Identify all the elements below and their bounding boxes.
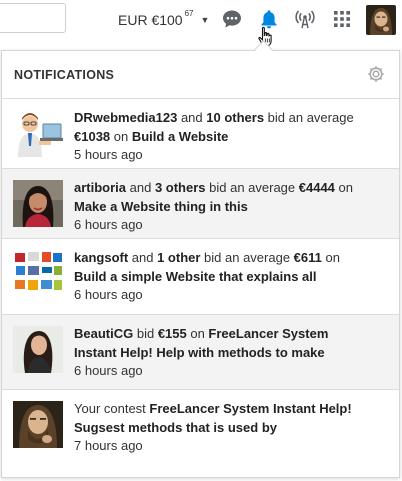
notification-text: kangsoft and 1 other bid an average €611…: [74, 249, 374, 305]
text-fragment: on: [334, 180, 353, 195]
text-fragment: bid an average: [200, 250, 294, 265]
currency-superscript: 67: [184, 9, 194, 18]
text-fragment: on: [186, 326, 209, 341]
bidder-name: DRwebmedia123: [74, 110, 178, 125]
notifications-title: NOTIFICATIONS: [14, 68, 115, 82]
others-count: 3 others: [154, 180, 206, 195]
notification-time: 5 hours ago: [74, 147, 143, 162]
user-avatar[interactable]: [366, 5, 396, 35]
notification-item[interactable]: kangsoft and 1 other bid an average €611…: [2, 239, 399, 315]
bid-amount: €611: [293, 250, 322, 265]
notification-time: 6 hours ago: [74, 287, 143, 302]
chat-icon[interactable]: [221, 8, 243, 30]
notification-item[interactable]: artiboria and 3 others bid an average €4…: [2, 169, 399, 239]
notification-item[interactable]: DRwebmedia123 and 10 others bid an avera…: [2, 99, 399, 169]
notification-text: Your contest FreeLancer System Instant H…: [74, 400, 374, 456]
notification-time: 6 hours ago: [74, 363, 143, 378]
notification-text: artiboria and 3 others bid an average €4…: [74, 179, 374, 235]
bid-amount: €4444: [298, 180, 335, 195]
text-fragment: on: [110, 128, 132, 144]
search-input[interactable]: [0, 3, 66, 33]
bidder-name: artiboria: [74, 180, 127, 195]
project-name: Build a Website: [131, 128, 229, 144]
notification-time: 7 hours ago: [74, 438, 143, 453]
caret-down-icon: ▼: [200, 15, 210, 25]
notification-text: DRwebmedia123 and 10 others bid an avera…: [74, 109, 374, 165]
notifications-dropdown: NOTIFICATIONS DRwebmedia123 and 10 other…: [1, 50, 400, 478]
notification-avatar: [13, 401, 63, 448]
project-name: Build a simple Website that explains all: [74, 268, 317, 284]
broadcast-signal-icon[interactable]: [294, 8, 316, 30]
bid-amount: €1038: [74, 128, 111, 144]
bid-amount: €155: [157, 326, 187, 341]
bidder-name: BeautiCG: [74, 326, 134, 341]
text-fragment: bid: [133, 326, 158, 341]
settings-gear-icon[interactable]: [366, 64, 386, 84]
text-fragment: bid an average: [205, 180, 299, 195]
text-fragment: and: [126, 180, 155, 195]
currency-balance-dropdown[interactable]: EUR €100 67 ▼: [118, 9, 210, 28]
text-fragment: bid an average: [264, 110, 354, 125]
notification-item[interactable]: BeautiCG bid €155 on FreeLancer System I…: [2, 315, 399, 390]
notification-avatar: [13, 110, 63, 157]
notification-text: BeautiCG bid €155 on FreeLancer System I…: [74, 325, 374, 381]
others-count: 1 other: [157, 250, 201, 265]
others-count: 10 others: [206, 110, 265, 125]
top-bar: EUR €100 67 ▼: [0, 0, 402, 40]
text-fragment: and: [177, 110, 207, 125]
text-fragment: Your contest: [74, 401, 150, 416]
notification-avatar: [13, 250, 63, 297]
currency-label: EUR €100: [118, 12, 183, 28]
text-fragment: and: [128, 250, 158, 265]
text-fragment: on: [321, 250, 340, 265]
notification-avatar: [13, 180, 63, 227]
apps-grid-icon[interactable]: [331, 8, 353, 30]
project-name: Make a Website thing in this: [74, 198, 248, 214]
notifications-header: NOTIFICATIONS: [2, 51, 399, 99]
notification-avatar: [13, 326, 63, 373]
notification-item[interactable]: Your contest FreeLancer System Instant H…: [2, 390, 399, 477]
notification-time: 6 hours ago: [74, 217, 143, 232]
bidder-name: kangsoft: [74, 250, 129, 265]
